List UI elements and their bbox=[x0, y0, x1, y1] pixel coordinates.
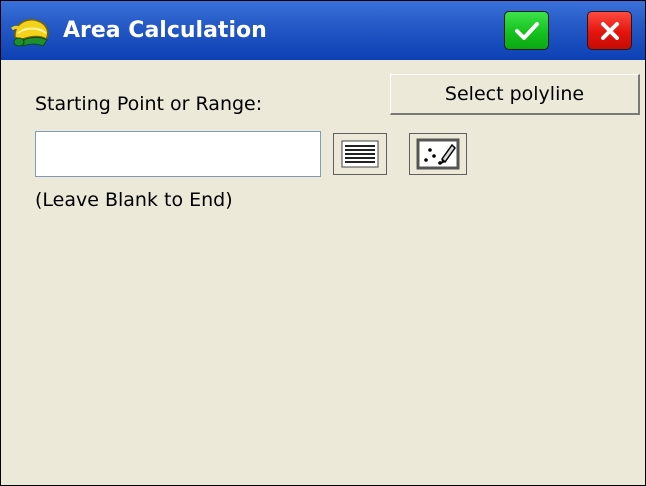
close-button[interactable] bbox=[587, 11, 632, 50]
leave-blank-hint: (Leave Blank to End) bbox=[35, 189, 233, 211]
starting-point-label: Starting Point or Range: bbox=[35, 93, 263, 115]
area-calculation-window: Area Calculation Starting Point or Range… bbox=[0, 0, 646, 486]
ok-button[interactable] bbox=[504, 11, 549, 50]
title-bar: Area Calculation bbox=[1, 1, 645, 60]
list-icon bbox=[341, 140, 379, 168]
map-select-button[interactable] bbox=[409, 133, 467, 175]
starting-point-input[interactable] bbox=[35, 131, 321, 177]
checkmark-icon bbox=[514, 21, 539, 40]
point-list-button[interactable] bbox=[333, 133, 387, 175]
close-icon bbox=[600, 21, 619, 40]
helmet-icon bbox=[11, 19, 49, 47]
select-polyline-button[interactable]: Select polyline bbox=[390, 74, 640, 115]
map-select-icon bbox=[416, 138, 460, 170]
window-title: Area Calculation bbox=[63, 18, 267, 43]
